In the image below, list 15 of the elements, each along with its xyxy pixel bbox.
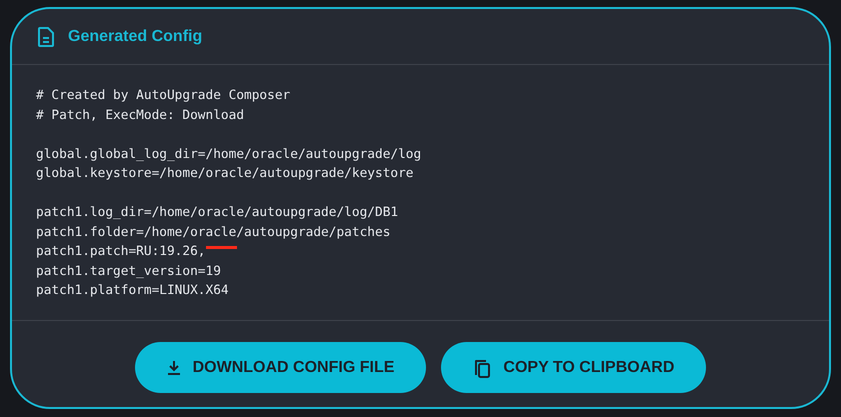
download-icon xyxy=(166,360,181,376)
config-line: patch1.folder=/home/oracle/autoupgrade/patches xyxy=(36,224,390,242)
card-title: Generated Config xyxy=(68,28,202,46)
config-line: # Patch, ExecMode: Download xyxy=(36,106,244,124)
config-line: # Created by AutoUpgrade Composer xyxy=(36,87,290,105)
config-line: patch1.patch=RU:19.26, xyxy=(36,242,236,262)
copy-button[interactable]: COPY TO CLIPBOARD xyxy=(441,342,706,393)
config-line: patch1.target_version=19 xyxy=(36,262,221,280)
config-line: patch1.log_dir=/home/oracle/autoupgrade/log/DB1 xyxy=(36,204,398,222)
document-icon xyxy=(38,26,54,46)
config-line: global.keystore=/home/oracle/autoupgrade/keystore xyxy=(36,165,414,183)
config-line: patch1.platform=LINUX.X64 xyxy=(36,282,229,300)
config-line: global.global_log_dir=/home/oracle/autoupgrade/log xyxy=(36,146,422,164)
copy-icon xyxy=(473,358,492,378)
download-button[interactable]: DOWNLOAD CONFIG FILE xyxy=(134,342,426,393)
